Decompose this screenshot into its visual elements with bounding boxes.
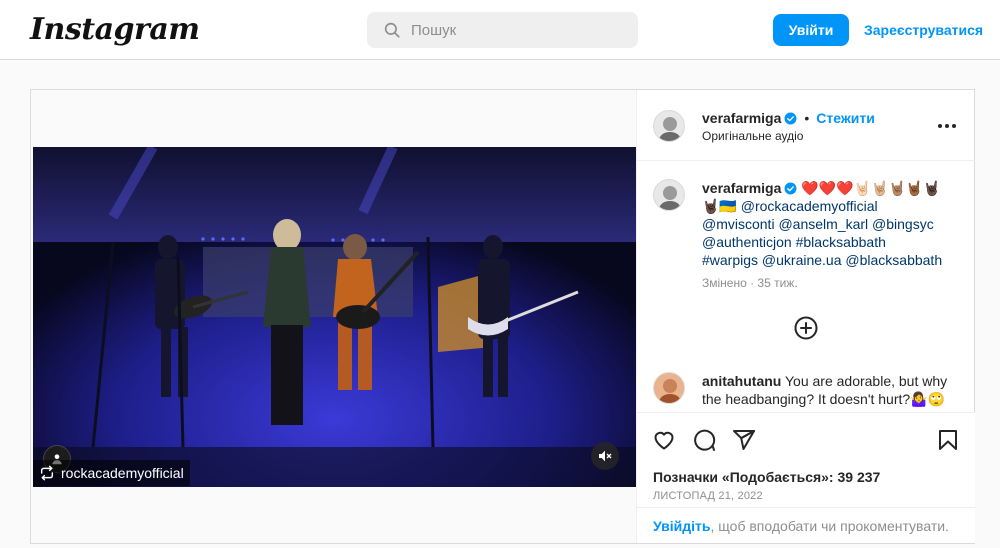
likes-count[interactable]: Позначки «Подобається»: 39 237 bbox=[653, 469, 880, 485]
heart-icon bbox=[654, 431, 674, 450]
post-card: rockacademyofficial verafarmiga • Стежит… bbox=[30, 89, 975, 544]
video-player[interactable] bbox=[33, 147, 636, 487]
share-icon bbox=[733, 430, 755, 450]
comment-icon bbox=[694, 429, 716, 451]
mute-button[interactable] bbox=[591, 442, 619, 470]
post-actions: Позначки «Подобається»: 39 237 ЛИСТОПАД … bbox=[637, 412, 975, 543]
search-icon bbox=[384, 22, 400, 38]
more-options-button[interactable] bbox=[935, 114, 959, 138]
load-more-comments-button[interactable] bbox=[792, 314, 820, 342]
signup-link[interactable]: Зареєструватися bbox=[864, 22, 983, 38]
caption-tags-line[interactable]: @mvisconti @anselm_karl @bingsyc bbox=[702, 216, 934, 232]
caption-tag[interactable]: @rockacademyofficial bbox=[741, 198, 878, 214]
save-button[interactable] bbox=[935, 427, 961, 453]
repost-account: rockacademyofficial bbox=[61, 465, 184, 481]
more-icon bbox=[938, 124, 956, 128]
repost-badge[interactable]: rockacademyofficial bbox=[33, 460, 190, 486]
top-bar: Instagram Увійти Зареєструватися bbox=[0, 0, 1000, 60]
caption-tags-line[interactable]: @authenticjon #blacksabbath bbox=[702, 234, 886, 250]
edited-timestamp: Змінено · 35 тиж. bbox=[702, 276, 798, 290]
caption-emojis: ❤️❤️❤️🤘🏻🤘🏼🤘🏽🤘🏾🤘🏿 bbox=[801, 180, 941, 196]
login-button[interactable]: Увійти bbox=[773, 14, 849, 46]
author-username[interactable]: verafarmiga bbox=[702, 110, 781, 126]
author-avatar[interactable] bbox=[653, 110, 685, 142]
post-media: rockacademyofficial bbox=[31, 90, 636, 543]
add-comment-icon bbox=[794, 316, 818, 340]
mute-icon bbox=[599, 450, 612, 462]
video-frame bbox=[33, 147, 636, 487]
login-prompt: Увійдіть, щоб вподобати чи прокоментуват… bbox=[637, 507, 975, 544]
like-button[interactable] bbox=[651, 427, 677, 453]
login-prompt-link[interactable]: Увійдіть bbox=[653, 518, 711, 534]
post-date: ЛИСТОПАД 21, 2022 bbox=[653, 490, 763, 502]
author-line: verafarmiga • Стежити bbox=[702, 110, 875, 126]
comment-text: anitahutanu You are adorable, but why th… bbox=[702, 372, 962, 408]
verified-icon bbox=[784, 182, 797, 195]
separator-dot: • bbox=[804, 110, 810, 126]
caption-tags-line[interactable]: #warpigs @ukraine.ua @blacksabbath bbox=[702, 252, 942, 268]
search-box[interactable] bbox=[367, 12, 638, 48]
follow-button[interactable]: Стежити bbox=[816, 110, 875, 126]
repost-icon bbox=[40, 465, 54, 481]
login-prompt-text: , щоб вподобати чи прокоментувати. bbox=[710, 518, 949, 534]
verified-icon bbox=[784, 112, 797, 124]
caption-avatar[interactable] bbox=[653, 179, 685, 211]
commenter-username[interactable]: anitahutanu bbox=[702, 373, 781, 389]
caption-emojis-2: 🤘🏿🇺🇦 bbox=[702, 198, 737, 214]
post-header: verafarmiga • Стежити Оригінальне аудіо bbox=[637, 90, 975, 161]
commenter-avatar[interactable] bbox=[653, 372, 685, 404]
caption-text: verafarmiga ❤️❤️❤️🤘🏻🤘🏼🤘🏽🤘🏾🤘🏿 🤘🏿🇺🇦 @rocka… bbox=[702, 179, 962, 269]
instagram-logo[interactable]: Instagram bbox=[30, 12, 200, 47]
caption-username[interactable]: verafarmiga bbox=[702, 180, 781, 196]
audio-label[interactable]: Оригінальне аудіо bbox=[702, 129, 803, 143]
post-side-panel: verafarmiga • Стежити Оригінальне аудіо … bbox=[636, 90, 975, 543]
bookmark-icon bbox=[939, 430, 957, 450]
comment-button[interactable] bbox=[691, 427, 717, 453]
search-input[interactable] bbox=[411, 21, 611, 39]
share-button[interactable] bbox=[731, 427, 757, 453]
